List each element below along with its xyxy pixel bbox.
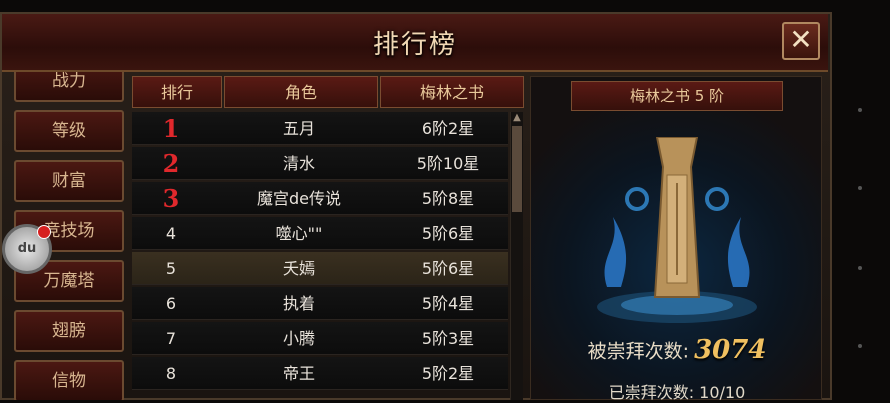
book-cell: 6阶2星 [421, 119, 475, 138]
name-cell: 夭嫣 [282, 259, 315, 278]
name-cell: 帝王 [282, 364, 315, 383]
sidebar-item-token[interactable]: 信物 [14, 360, 124, 400]
column-header-role: 角色 [224, 76, 378, 108]
sidebar-item-level[interactable]: 等级 [14, 110, 124, 152]
header-bar: 排行榜 ✕ [2, 14, 828, 72]
rank-cell: 7 [165, 329, 177, 348]
scrollbar-thumb[interactable] [512, 126, 522, 212]
table-row[interactable]: 1 五月 6阶2星 [132, 112, 508, 145]
panel-title: 梅林之书 5 阶 [571, 81, 783, 111]
book-cell: 5阶10星 [416, 154, 480, 173]
sidebar-item-label: 战力 [52, 72, 86, 91]
edge-dot [858, 108, 862, 112]
baidu-paw-icon: du [17, 241, 37, 256]
table-row[interactable]: 4 噬心"" 5阶6星 [132, 217, 508, 250]
table-scrollbar[interactable]: ▲ [510, 112, 523, 400]
table-row-selected[interactable]: 5 夭嫣 5阶6星 [132, 252, 508, 285]
name-cell: 清水 [282, 154, 315, 173]
sidebar-item-wings[interactable]: 翅膀 [14, 310, 124, 352]
table-row[interactable]: 3 魔宫de传说 5阶8星 [132, 182, 508, 215]
close-icon: ✕ [789, 23, 813, 56]
sidebar-item-wealth[interactable]: 财富 [14, 160, 124, 202]
rank-cell: 1 [162, 114, 180, 143]
name-cell: 魔宫de传说 [256, 189, 341, 208]
book-cell: 5阶4星 [421, 294, 475, 313]
edge-dot [858, 344, 862, 348]
close-button[interactable]: ✕ [782, 22, 820, 60]
book-cell: 5阶2星 [421, 364, 475, 383]
book-cell: 5阶6星 [421, 259, 475, 278]
name-cell: 五月 [282, 119, 315, 138]
sidebar-item-label: 翅膀 [52, 321, 86, 341]
name-cell: 噬心"" [275, 224, 323, 243]
name-cell: 小腾 [282, 329, 315, 348]
floating-assistant-button[interactable]: du [2, 224, 52, 274]
merlin-book-panel: 梅林之书 5 阶 被崇拜次数: 3074 已崇拜次数: 10/10 [530, 76, 823, 402]
book-cell: 5阶3星 [421, 329, 475, 348]
edge-dot [858, 266, 862, 270]
sidebar-item-label: 财富 [52, 171, 86, 191]
already-worshipped-count: 已崇拜次数: 10/10 [608, 383, 746, 402]
sidebar-item-label: 等级 [52, 121, 86, 141]
book-cell: 5阶6星 [421, 224, 475, 243]
sidebar-item-label: 信物 [52, 371, 86, 391]
notification-dot [37, 225, 51, 239]
table-row[interactable]: 7 小腾 5阶3星 [132, 322, 508, 355]
table-row[interactable]: 8 帝王 5阶2星 [132, 357, 508, 390]
page-title: 排行榜 [372, 30, 457, 60]
rank-cell: 5 [165, 259, 177, 278]
rank-cell: 3 [162, 184, 180, 213]
book-cell: 5阶8星 [421, 189, 475, 208]
worship-count-row: 被崇拜次数: 3074 [531, 335, 823, 375]
rank-cell: 6 [165, 294, 177, 313]
name-cell: 执着 [282, 294, 315, 313]
merlin-book-artwork [597, 137, 757, 323]
table-header: 排行 角色 梅林之书 [132, 76, 524, 108]
sidebar-item-power[interactable]: 战力 [14, 72, 124, 102]
sidebar-item-label: 竞技场 [43, 221, 95, 241]
worship-count: 3074 [694, 335, 767, 365]
scroll-up-icon[interactable]: ▲ [511, 112, 523, 124]
rank-cell: 2 [162, 149, 180, 178]
column-header-merlin-book: 梅林之书 [380, 76, 524, 108]
sidebar-item-label: 万魔塔 [43, 271, 95, 291]
column-header-rank: 排行 [132, 76, 222, 108]
rank-cell: 4 [165, 224, 177, 243]
worship-label: 被崇拜次数: [587, 340, 689, 363]
table-row[interactable]: 2 清水 5阶10星 [132, 147, 508, 180]
edge-dot [858, 186, 862, 190]
rank-cell: 8 [165, 364, 177, 383]
table-row[interactable]: 6 执着 5阶4星 [132, 287, 508, 320]
